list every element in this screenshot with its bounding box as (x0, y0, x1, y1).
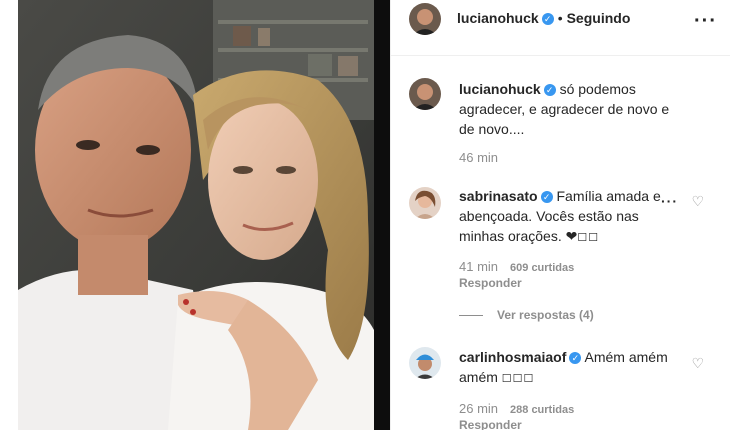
author-username[interactable]: lucianohuck (457, 10, 539, 26)
avatar-image (409, 3, 441, 35)
view-replies-button[interactable]: Ver respostas (4) (459, 308, 594, 322)
separator-dot: • (557, 10, 563, 26)
caption-comment: lucianohuck ✓ só podemos agradecer, e agr… (459, 79, 687, 139)
comment-time[interactable]: 46 min (459, 150, 498, 165)
comment-carlinhosmaiaof: carlinhosmaiaof ✓ Amém amém amém ☐☐☐ (459, 347, 687, 389)
follow-status-button[interactable]: Seguindo (567, 10, 631, 26)
post-photo[interactable] (18, 0, 374, 430)
view-replies-label: Ver respostas (4) (497, 308, 594, 322)
like-heart-icon[interactable]: ♡ (691, 193, 704, 210)
selfie-photo-illustration (18, 0, 374, 430)
comments-panel: lucianohuck ✓ • Seguindo ··· lucianohuck ✓ s… (390, 0, 730, 430)
comment-username[interactable]: carlinhosmaiaof (459, 349, 566, 365)
verified-badge-icon: ✓ (541, 13, 554, 25)
comment-avatar-sabrinasato[interactable] (409, 187, 441, 219)
like-heart-icon[interactable]: ♡ (691, 355, 704, 372)
reply-button[interactable]: Responder (459, 276, 522, 290)
comment-likes[interactable]: 609 curtidas (510, 262, 574, 274)
comment-sabrinasato: sabrinasato ✓ Família amada e abençoada. … (459, 186, 687, 248)
avatar-image (409, 78, 441, 110)
comment-time[interactable]: 26 min (459, 401, 498, 416)
comment-avatar-carlinhosmaiaof[interactable] (409, 347, 441, 379)
avatar-image (409, 347, 441, 379)
header-line: lucianohuck ✓ • Seguindo (457, 10, 630, 28)
comment-likes[interactable]: 288 curtidas (510, 404, 574, 416)
verified-badge-icon: ✓ (540, 191, 553, 203)
comment-avatar-lucianohuck[interactable] (409, 78, 441, 110)
comment-username[interactable]: sabrinasato (459, 188, 538, 204)
avatar-image (409, 187, 441, 219)
comment-meta: 41 min 609 curtidas (459, 259, 574, 274)
comment-emoji-tail: ☐☐☐ (501, 373, 535, 385)
comment-username[interactable]: lucianohuck (459, 81, 541, 97)
comment-time[interactable]: 41 min (459, 259, 498, 274)
reply-button[interactable]: Responder (459, 418, 522, 430)
more-options-icon[interactable]: ··· (694, 10, 717, 33)
author-avatar[interactable] (409, 3, 441, 35)
comment-options-icon[interactable]: ··· (661, 193, 678, 209)
replies-divider-line (459, 315, 483, 317)
post-header: lucianohuck ✓ • Seguindo ··· (391, 0, 730, 56)
comment-emoji-tail: ☐☐ (577, 232, 600, 244)
post-photo-panel (0, 0, 390, 430)
verified-badge-icon: ✓ (569, 352, 582, 364)
caption-meta: 46 min (459, 150, 498, 165)
verified-badge-icon: ✓ (543, 84, 556, 96)
comment-meta: 26 min 288 curtidas (459, 401, 574, 416)
